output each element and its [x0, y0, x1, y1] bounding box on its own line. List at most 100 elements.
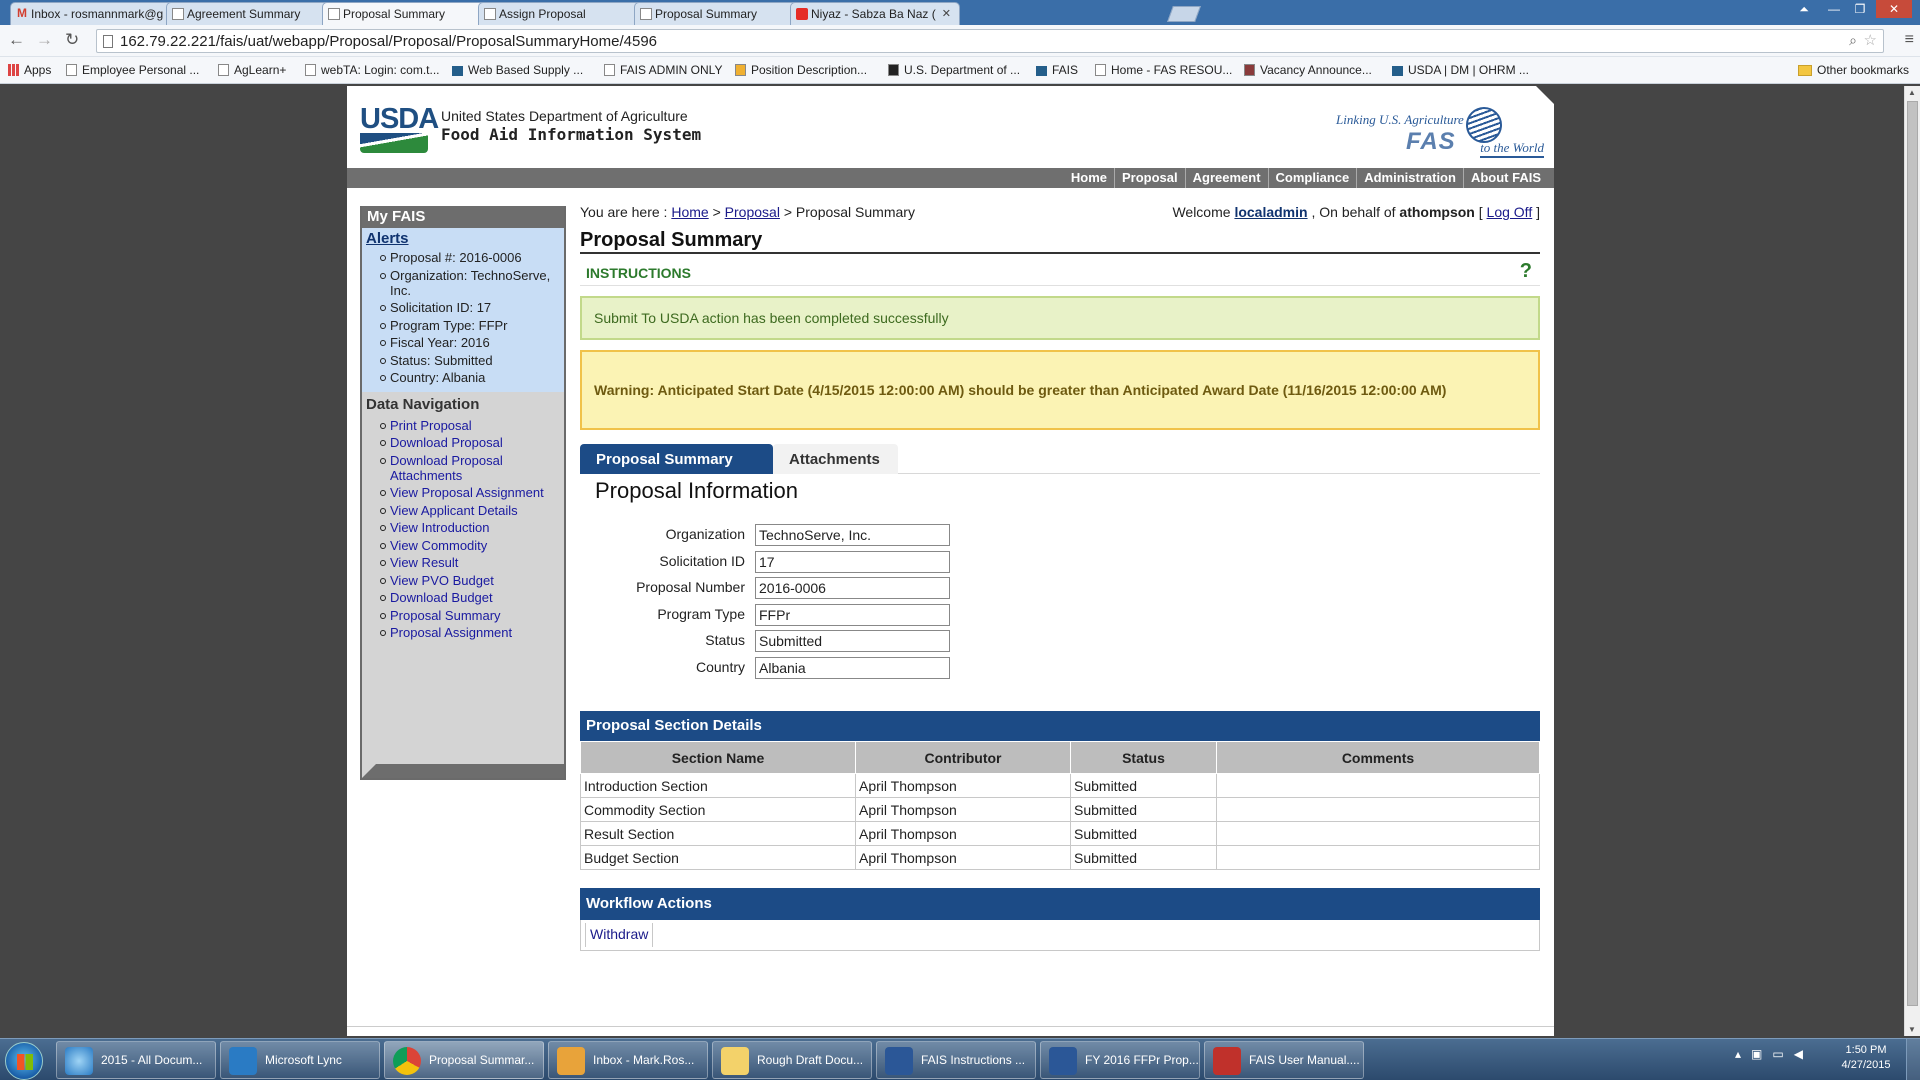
- minimize-icon[interactable]: —: [1822, 0, 1846, 18]
- system-tray[interactable]: ▴ ▣ ▭ ◀: [1735, 1047, 1803, 1061]
- volume-icon[interactable]: ◀: [1794, 1047, 1803, 1061]
- address-bar[interactable]: 162.79.22.221/fais/uat/webapp/Proposal/P…: [96, 29, 1884, 53]
- nav-link-view-assignment[interactable]: View Proposal Assignment: [378, 485, 564, 500]
- help-icon[interactable]: ?: [1520, 260, 1532, 283]
- nav-link-print-proposal[interactable]: Print Proposal: [378, 418, 564, 433]
- bookmark-item[interactable]: Apps: [8, 63, 51, 77]
- taskbar-item[interactable]: FAIS Instructions ...: [876, 1041, 1036, 1079]
- status-field[interactable]: Submitted: [755, 630, 950, 652]
- nav-administration[interactable]: Administration: [1356, 168, 1463, 188]
- show-desktop-button[interactable]: [1906, 1039, 1920, 1080]
- menu-icon[interactable]: ≡: [1905, 31, 1914, 49]
- nav-proposal[interactable]: Proposal: [1113, 168, 1185, 188]
- user-link[interactable]: localadmin: [1234, 204, 1307, 220]
- bookmark-item[interactable]: U.S. Department of ...: [888, 63, 1020, 77]
- search-icon[interactable]: ⌕: [1849, 32, 1857, 49]
- taskbar-item[interactable]: 2015 - All Docum...: [56, 1041, 216, 1079]
- log-off-link[interactable]: Log Off: [1487, 204, 1533, 220]
- bookmark-item[interactable]: Home - FAS RESOU...: [1095, 63, 1232, 77]
- reload-icon[interactable]: ↻: [65, 30, 79, 50]
- taskbar-item[interactable]: Proposal Summar...: [384, 1041, 544, 1079]
- nav-link-download-proposal[interactable]: Download Proposal: [378, 435, 564, 450]
- field-label: Solicitation ID: [659, 552, 745, 569]
- nav-about-fais[interactable]: About FAIS: [1462, 168, 1548, 188]
- scroll-up-icon[interactable]: ▲: [1908, 88, 1916, 97]
- taskbar-item[interactable]: FY 2016 FFPr Prop...: [1040, 1041, 1200, 1079]
- page-scrollbar[interactable]: ▲ ▼: [1904, 86, 1920, 1036]
- tray-arrow-icon[interactable]: ▴: [1735, 1047, 1741, 1061]
- monitor-icon[interactable]: ▭: [1772, 1047, 1783, 1061]
- alerts-heading[interactable]: Alerts: [366, 230, 564, 247]
- forward-icon[interactable]: →: [36, 30, 53, 50]
- new-tab-button[interactable]: [1167, 6, 1201, 22]
- breadcrumb-home[interactable]: Home: [671, 204, 708, 220]
- tab-attachments[interactable]: Attachments: [773, 444, 898, 474]
- field-label: Proposal Number: [636, 579, 745, 595]
- user-icon[interactable]: ⏶: [1792, 0, 1816, 18]
- alert-item: Proposal #: 2016-0006: [378, 250, 564, 265]
- bookmark-item[interactable]: Position Description...: [735, 63, 867, 77]
- other-bookmarks[interactable]: Other bookmarks: [1798, 63, 1909, 77]
- content-tabs: Proposal Summary Attachments: [580, 444, 1540, 474]
- nav-agreement[interactable]: Agreement: [1184, 168, 1268, 188]
- nav-link-view-pvo-budget[interactable]: View PVO Budget: [378, 573, 564, 588]
- alert-item: Fiscal Year: 2016: [378, 335, 564, 350]
- solicitation-id-field[interactable]: 17: [755, 550, 950, 573]
- nav-compliance[interactable]: Compliance: [1267, 168, 1357, 188]
- program-type-field[interactable]: FFPr: [755, 603, 950, 626]
- bookmark-icon: [66, 64, 77, 76]
- back-icon[interactable]: ←: [8, 30, 25, 50]
- taskbar-item[interactable]: Microsoft Lync: [220, 1041, 380, 1079]
- nav-link-proposal-assignment[interactable]: Proposal Assignment: [378, 625, 564, 640]
- page-icon: [484, 8, 496, 20]
- instructions-label[interactable]: INSTRUCTIONS: [586, 265, 691, 281]
- nav-link-download-budget[interactable]: Download Budget: [378, 590, 564, 605]
- country-field[interactable]: Albania: [755, 656, 950, 679]
- table-row: Result Section April Thompson Submitted: [580, 821, 1540, 846]
- taskbar-item[interactable]: FAIS User Manual....: [1204, 1041, 1364, 1079]
- usda-logo[interactable]: USDA: [360, 105, 439, 154]
- nav-link-download-attachments[interactable]: Download Proposal Attachments: [378, 453, 564, 483]
- taskbar: 2015 - All Docum... Microsoft Lync Propo…: [0, 1038, 1920, 1080]
- field-label: Status: [705, 632, 745, 648]
- bookmark-item[interactable]: AgLearn+: [218, 63, 286, 77]
- network-icon[interactable]: ▣: [1751, 1047, 1762, 1061]
- taskbar-item[interactable]: Rough Draft Docu...: [712, 1041, 872, 1079]
- tab-proposal-summary[interactable]: Proposal Summary: [580, 444, 773, 474]
- section-details-header: Proposal Section Details: [580, 711, 1540, 741]
- start-button[interactable]: [5, 1042, 43, 1080]
- clock[interactable]: 1:50 PM 4/27/2015: [1836, 1043, 1896, 1073]
- scroll-down-icon[interactable]: ▼: [1908, 1025, 1916, 1034]
- instructions-bar[interactable]: INSTRUCTIONS ?: [580, 254, 1540, 286]
- proposal-number-field[interactable]: 2016-0006: [755, 577, 950, 599]
- bookmark-item[interactable]: Employee Personal ...: [66, 63, 199, 77]
- bookmark-item[interactable]: Vacancy Announce...: [1244, 63, 1372, 77]
- bookmark-item[interactable]: FAIS ADMIN ONLY: [604, 63, 722, 77]
- nav-link-proposal-summary[interactable]: Proposal Summary: [378, 608, 564, 623]
- withdraw-button[interactable]: Withdraw: [585, 923, 654, 947]
- nav-link-view-applicant[interactable]: View Applicant Details: [378, 503, 564, 518]
- fas-logo[interactable]: Linking U.S. Agriculture FAS to the Worl…: [1324, 102, 1544, 158]
- folder-icon: [721, 1047, 749, 1075]
- breadcrumb-proposal[interactable]: Proposal: [725, 204, 780, 220]
- organization-field[interactable]: TechnoServe, Inc.: [755, 524, 950, 546]
- nav-link-view-result[interactable]: View Result: [378, 555, 564, 570]
- proposal-information-title: Proposal Information: [595, 478, 798, 503]
- taskbar-item[interactable]: Inbox - Mark.Ros...: [548, 1041, 708, 1079]
- close-icon[interactable]: ✕: [942, 7, 951, 20]
- nav-link-view-commodity[interactable]: View Commodity: [378, 538, 564, 553]
- restore-icon[interactable]: ❐: [1848, 0, 1872, 18]
- nav-link-view-introduction[interactable]: View Introduction: [378, 520, 564, 535]
- star-icon[interactable]: ☆: [1864, 31, 1877, 49]
- bookmark-item[interactable]: FAIS: [1036, 63, 1078, 77]
- gmail-icon: M: [17, 6, 27, 20]
- browser-tab[interactable]: Niyaz - Sabza Ba Naz (✕: [790, 2, 960, 25]
- window-close-icon[interactable]: ✕: [1876, 0, 1912, 18]
- nav-home[interactable]: Home: [1064, 168, 1114, 188]
- bookmark-item[interactable]: webTA: Login: com.t...: [305, 63, 440, 77]
- bookmark-item[interactable]: USDA | DM | OHRM ...: [1392, 63, 1529, 77]
- column-header: Section Name: [580, 741, 856, 774]
- form-row: Solicitation ID 17: [580, 549, 1540, 576]
- scroll-thumb[interactable]: [1907, 101, 1918, 1006]
- bookmark-item[interactable]: Web Based Supply ...: [452, 63, 583, 77]
